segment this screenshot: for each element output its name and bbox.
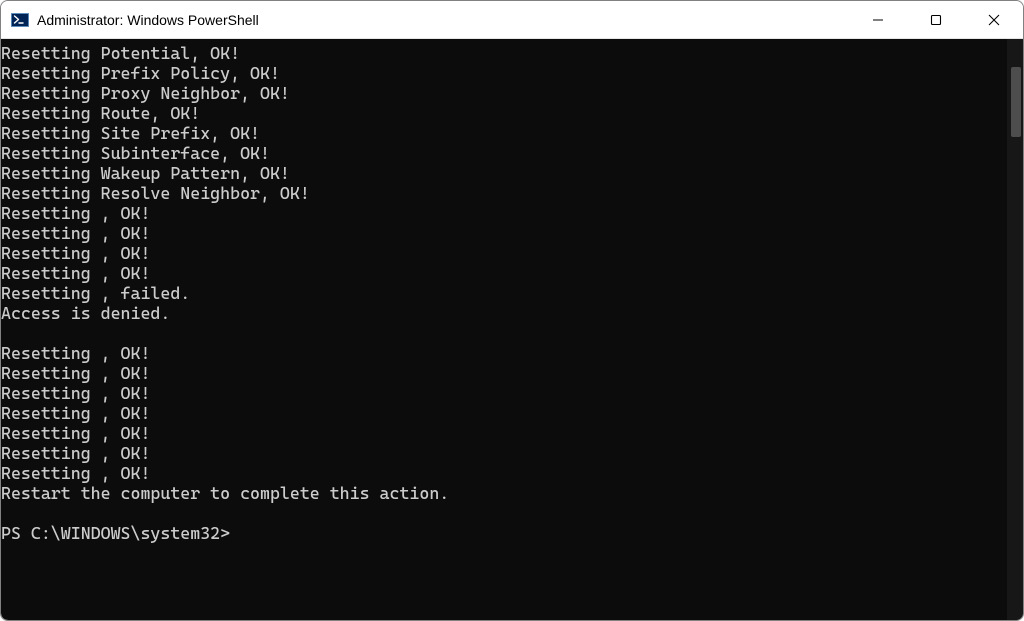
- terminal-line: Resetting , OK!: [1, 403, 1001, 423]
- terminal-line: Resetting Resolve Neighbor, OK!: [1, 183, 1001, 203]
- terminal-line: Resetting , OK!: [1, 263, 1001, 283]
- terminal-output[interactable]: Resetting Potential, OK!Resetting Prefix…: [1, 39, 1007, 620]
- titlebar[interactable]: Administrator: Windows PowerShell: [1, 1, 1023, 39]
- terminal-line: Resetting , OK!: [1, 223, 1001, 243]
- terminal-line: Restart the computer to complete this ac…: [1, 483, 1001, 503]
- terminal-line: Resetting , OK!: [1, 343, 1001, 363]
- terminal-line: Resetting Site Prefix, OK!: [1, 123, 1001, 143]
- terminal-line: Resetting , OK!: [1, 203, 1001, 223]
- prompt-text: PS C:\WINDOWS\system32>: [1, 523, 230, 543]
- window-title: Administrator: Windows PowerShell: [37, 12, 849, 28]
- scrollbar-track[interactable]: [1007, 39, 1023, 620]
- terminal-line: Resetting Potential, OK!: [1, 43, 1001, 63]
- terminal-line: Resetting Route, OK!: [1, 103, 1001, 123]
- terminal-line: Resetting , OK!: [1, 383, 1001, 403]
- terminal-line: Resetting , OK!: [1, 463, 1001, 483]
- terminal-line: [1, 503, 1001, 523]
- terminal-line: [1, 323, 1001, 343]
- scrollbar-thumb[interactable]: [1011, 67, 1021, 137]
- terminal-line: Resetting , OK!: [1, 443, 1001, 463]
- terminal-line: Resetting , OK!: [1, 363, 1001, 383]
- powershell-window: Administrator: Windows PowerShell Resett…: [0, 0, 1024, 621]
- terminal-line: Access is denied.: [1, 303, 1001, 323]
- terminal-line: Resetting , OK!: [1, 243, 1001, 263]
- terminal-line: Resetting Prefix Policy, OK!: [1, 63, 1001, 83]
- window-controls: [849, 1, 1023, 38]
- close-button[interactable]: [965, 1, 1023, 38]
- minimize-button[interactable]: [849, 1, 907, 38]
- terminal-line: Resetting , OK!: [1, 423, 1001, 443]
- terminal-line: Resetting Wakeup Pattern, OK!: [1, 163, 1001, 183]
- terminal-line: Resetting Subinterface, OK!: [1, 143, 1001, 163]
- terminal-area[interactable]: Resetting Potential, OK!Resetting Prefix…: [1, 39, 1023, 620]
- prompt-line[interactable]: PS C:\WINDOWS\system32>: [1, 523, 1001, 543]
- terminal-line: Resetting Proxy Neighbor, OK!: [1, 83, 1001, 103]
- terminal-line: Resetting , failed.: [1, 283, 1001, 303]
- maximize-button[interactable]: [907, 1, 965, 38]
- powershell-icon: [11, 11, 29, 29]
